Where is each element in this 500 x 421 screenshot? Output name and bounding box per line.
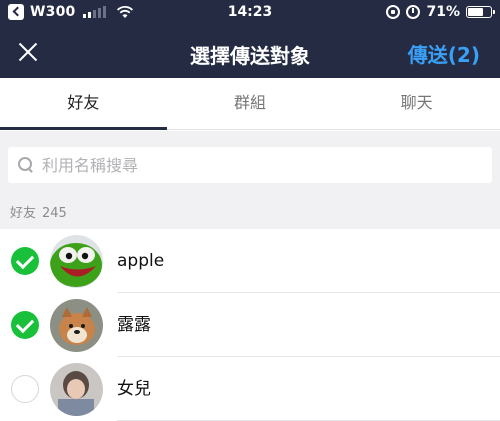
search-box[interactable] [8,147,492,183]
list-item[interactable]: 露露 [0,293,500,357]
avatar [50,299,103,352]
section-count: 245 [42,206,67,221]
send-button[interactable]: 傳送(2) [408,39,480,68]
search-area [0,131,500,197]
friend-list: apple 露露 女兒 [0,229,500,421]
selected-check-icon[interactable] [11,247,39,275]
alarm-icon [406,5,421,19]
battery-fill [468,8,483,16]
section-title: 好友 [10,206,37,221]
tab-bar: 好友 群組 聊天 [0,78,500,130]
friends-section-header: 好友 245 [0,197,500,229]
list-item[interactable]: apple [0,229,500,293]
friend-name: apple [117,251,165,271]
friend-name: 露露 [117,315,151,335]
avatar [50,235,103,288]
tab-groups[interactable]: 群組 [167,78,334,129]
battery-percent: 71% [426,4,460,20]
status-bar: W300 14:23 71% [0,0,500,26]
status-right: 71% [386,4,495,20]
battery-icon [466,6,495,18]
selected-check-icon[interactable] [11,311,39,339]
rotation-lock-icon [386,5,401,19]
avatar [50,363,103,416]
tab-chats[interactable]: 聊天 [333,78,500,129]
nav-bar: 選擇傳送對象 傳送(2) [0,26,500,78]
list-item[interactable]: 女兒 [0,357,500,421]
search-icon [18,157,34,173]
unselected-check-icon[interactable] [11,375,39,403]
tab-friends[interactable]: 好友 [0,78,167,130]
close-icon[interactable] [14,38,42,66]
search-input[interactable] [42,155,462,175]
friend-name: 女兒 [117,379,151,399]
